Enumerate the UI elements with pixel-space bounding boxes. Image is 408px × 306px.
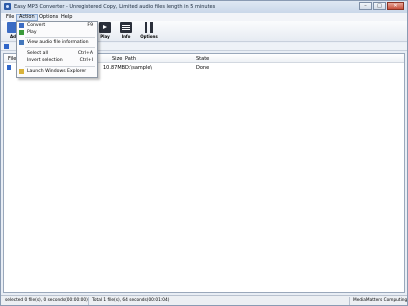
- menu-item-convert-shortcut: F9: [87, 23, 93, 28]
- info-button[interactable]: Info: [116, 22, 136, 41]
- explorer-icon: [19, 69, 24, 74]
- action-dropdown-menu: Convert F9 Play View audio file informat…: [16, 21, 98, 78]
- column-state[interactable]: State: [196, 56, 209, 62]
- menu-separator: [25, 47, 95, 48]
- options-button-label: Options: [140, 34, 158, 39]
- menu-item-select-all-shortcut: Ctrl+A: [77, 51, 93, 56]
- menu-item-convert[interactable]: Convert F9: [18, 23, 96, 29]
- folder-icon[interactable]: [4, 44, 9, 49]
- window-title: Easy MP3 Converter - Unregistered Copy, …: [14, 4, 216, 10]
- menu-separator: [25, 66, 95, 67]
- options-icon: [143, 22, 155, 33]
- title-bar: Easy MP3 Converter - Unregistered Copy, …: [1, 1, 407, 13]
- info-icon: [19, 40, 24, 45]
- cell-state: Done: [196, 65, 210, 71]
- audio-file-icon: [7, 65, 11, 70]
- info-icon: [120, 22, 132, 33]
- window-controls: – □ ✕: [358, 2, 404, 11]
- play-button-label: Play: [100, 34, 110, 39]
- options-button[interactable]: Options: [139, 22, 159, 41]
- play-button[interactable]: Play: [95, 22, 115, 41]
- minimize-button[interactable]: –: [359, 2, 372, 10]
- menu-separator: [25, 37, 95, 38]
- menu-item-view-info-label: View audio file information: [27, 40, 89, 45]
- menu-item-play-label: Play: [27, 30, 37, 35]
- play-icon: [19, 30, 24, 35]
- status-selected: selected 0 file(s), 0 seconds(00:00:00): [5, 297, 89, 305]
- app-logo-icon: [4, 3, 11, 10]
- convert-icon: [19, 23, 24, 28]
- maximize-button[interactable]: □: [373, 2, 386, 10]
- status-total: Total 1 file(s), 64 seconds(00:01:04): [90, 297, 350, 305]
- menu-help[interactable]: Help: [59, 14, 74, 21]
- menu-item-invert-selection[interactable]: Invert selection Ctrl+I: [18, 58, 96, 64]
- menu-item-select-all[interactable]: Select all Ctrl+A: [18, 51, 96, 57]
- file-list[interactable]: File Size Path State 10.87MB D:\sample\ …: [3, 53, 405, 293]
- menu-file[interactable]: File: [4, 14, 16, 21]
- play-icon: [99, 22, 111, 33]
- menu-item-invert-selection-label: Invert selection: [27, 58, 63, 63]
- menu-item-play[interactable]: Play: [18, 30, 96, 36]
- status-vendor: MediaMatters Computing: [353, 298, 408, 303]
- cell-size: 10.87MB: [103, 65, 126, 71]
- column-size[interactable]: Size: [112, 56, 122, 62]
- menu-bar: File Action Options Help: [1, 13, 407, 21]
- info-button-label: Info: [121, 34, 131, 39]
- close-button[interactable]: ✕: [387, 2, 404, 10]
- menu-item-select-all-label: Select all: [27, 51, 48, 56]
- menu-item-launch-explorer-label: Launch Windows Explorer: [27, 69, 87, 74]
- menu-item-view-info[interactable]: View audio file information: [18, 40, 96, 46]
- column-path[interactable]: Path: [125, 56, 136, 62]
- cell-path: D:\sample\: [125, 65, 153, 71]
- menu-options[interactable]: Options: [37, 14, 60, 21]
- menu-item-invert-selection-shortcut: Ctrl+I: [79, 58, 93, 63]
- menu-item-launch-explorer[interactable]: Launch Windows Explorer: [18, 69, 96, 75]
- menu-action[interactable]: Action: [16, 14, 38, 21]
- app-window: Easy MP3 Converter - Unregistered Copy, …: [0, 0, 408, 306]
- status-bar: selected 0 file(s), 0 seconds(00:00:00) …: [1, 295, 407, 305]
- menu-item-convert-label: Convert: [27, 23, 46, 28]
